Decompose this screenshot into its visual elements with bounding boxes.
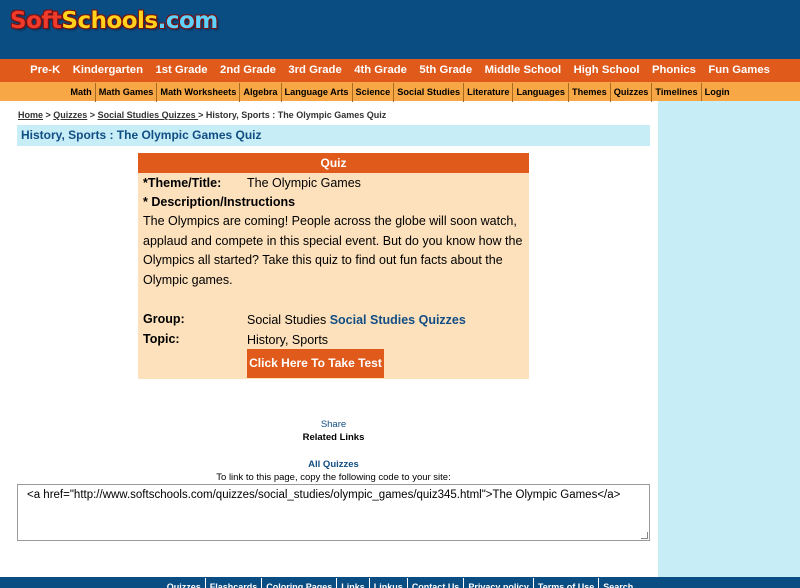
site-footer: Quizzes Flashcards Coloring Pages Links Link… [0,577,800,588]
main-nav: Pre-K Kindergarten 1st Grade 2nd Grade 3… [0,59,800,82]
title-bar: History, Sports : The Olympic Games Quiz [17,125,650,146]
subnav-algebra[interactable]: Algebra [240,83,282,102]
sub-nav: Math Math Games Math Worksheets Algebra Lang… [0,82,800,102]
breadcrumb-quizzes[interactable]: Quizzes [53,110,87,120]
footer-search[interactable]: Search [599,578,637,588]
link-instructions: To link to this page, copy the following… [216,472,451,483]
take-test-button[interactable]: Click Here To Take Test [247,349,384,378]
footer-quizzes[interactable]: Quizzes [163,578,206,588]
footer-coloring-pages[interactable]: Coloring Pages [262,578,338,588]
topic-value: History, Sports [247,333,329,347]
nav-pre-k[interactable]: Pre-K [30,59,60,82]
breadcrumb-home[interactable]: Home [18,110,43,120]
subnav-languages[interactable]: Languages [513,83,569,102]
theme-value: The Olympic Games [247,176,361,190]
description-label: * Description/Instructions [143,195,296,209]
group-value: Social Studies Social Studies Quizzes [247,313,466,327]
nav-kindergarten[interactable]: Kindergarten [73,59,143,82]
subnav-timelines[interactable]: Timelines [652,83,702,102]
subnav-math-games[interactable]: Math Games [96,83,158,102]
topic-label: Topic: [143,332,180,346]
description-text: The Olympics are coming! People across t… [143,214,523,287]
right-sidebar [658,101,800,577]
page-title: History, Sports : The Olympic Games Quiz [21,128,262,142]
footer-terms-of-use[interactable]: Terms of Use [534,578,600,588]
social-studies-quizzes-link[interactable]: Social Studies Quizzes [330,313,466,327]
share-link[interactable]: Share [0,419,667,430]
quiz-info-box: Quiz *Theme/Title: The Olympic Games * D… [138,153,529,379]
footer-contact-us[interactable]: Contact Us [408,578,465,588]
footer-privacy-policy[interactable]: Privacy policy [464,578,534,588]
quiz-header: Quiz [138,153,529,173]
breadcrumb: Home > Quizzes > Social Studies Quizzes … [18,110,386,120]
nav-5th-grade[interactable]: 5th Grade [419,59,472,82]
nav-1st-grade[interactable]: 1st Grade [155,59,207,82]
footer-links[interactable]: Links [337,578,370,588]
subnav-science[interactable]: Science [353,83,395,102]
subnav-math[interactable]: Math [67,83,96,102]
breadcrumb-separator: > [43,110,54,120]
subnav-social-studies[interactable]: Social Studies [394,83,465,102]
related-links-heading: Related Links [302,432,365,443]
site-header: SoftSchools.com [0,0,800,59]
nav-3rd-grade[interactable]: 3rd Grade [288,59,341,82]
group-text: Social Studies [247,313,330,327]
subnav-math-worksheets[interactable]: Math Worksheets [157,83,241,102]
subnav-language-arts[interactable]: Language Arts [282,83,353,102]
nav-high-school[interactable]: High School [574,59,640,82]
subnav-literature[interactable]: Literature [464,83,514,102]
group-label: Group: [143,312,185,326]
resize-handle-icon[interactable] [641,532,648,539]
nav-phonics[interactable]: Phonics [652,59,696,82]
nav-middle-school[interactable]: Middle School [485,59,562,82]
breadcrumb-separator: > [87,110,98,120]
link-code-textarea[interactable]: <a href="http://www.softschools.com/quiz… [17,484,650,541]
nav-2nd-grade[interactable]: 2nd Grade [220,59,276,82]
subnav-themes[interactable]: Themes [569,83,611,102]
subnav-quizzes[interactable]: Quizzes [611,83,653,102]
nav-4th-grade[interactable]: 4th Grade [354,59,407,82]
footer-flashcards[interactable]: Flashcards [206,578,263,588]
breadcrumb-current: > History, Sports : The Olympic Games Qu… [198,110,387,120]
subnav-login[interactable]: Login [702,83,733,102]
breadcrumb-social-studies-quizzes[interactable]: Social Studies Quizzes [98,110,199,120]
all-quizzes-link[interactable]: All Quizzes [0,459,667,470]
theme-label: *Theme/Title: [143,176,222,190]
nav-fun-games[interactable]: Fun Games [708,59,770,82]
link-code-text: <a href="http://www.softschools.com/quiz… [27,489,621,501]
site-logo[interactable]: SoftSchools.com [10,8,218,34]
footer-linkus[interactable]: Linkus [370,578,408,588]
